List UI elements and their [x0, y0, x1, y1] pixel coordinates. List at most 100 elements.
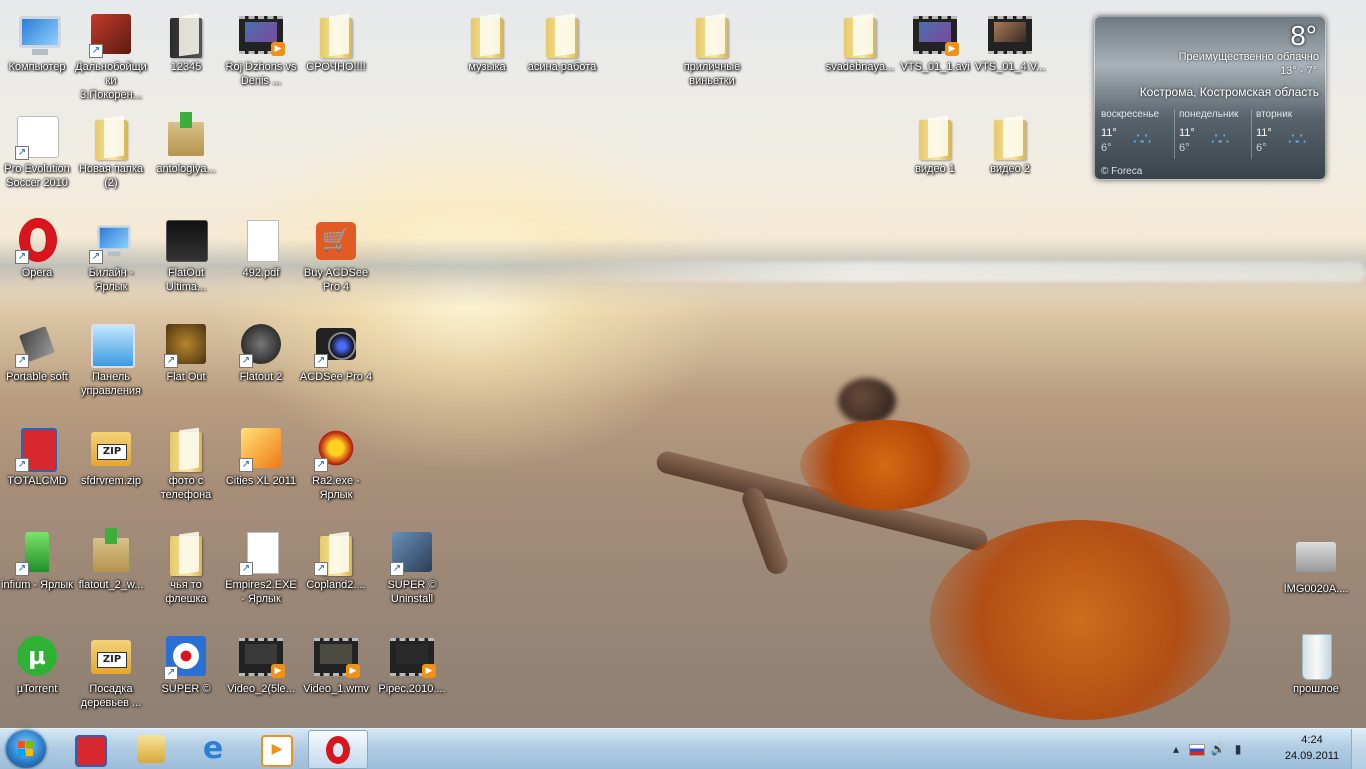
- icon-label: Copland2....: [306, 579, 366, 591]
- icon-label: TOTALCMD: [7, 475, 67, 487]
- icon-label: фото с телефона: [160, 475, 212, 501]
- desktop-icon-infium[interactable]: ↗ infium - Ярлык: [0, 528, 74, 592]
- folder-icon: [994, 120, 1026, 160]
- forecast-low: 6°: [1179, 142, 1190, 154]
- desktop-icon-ra2[interactable]: ↗ Ra2.exe - Ярлык: [299, 424, 373, 502]
- clock-date: 24.09.2011: [1284, 750, 1340, 762]
- desktop-icon-acdsee[interactable]: ↗ ACDSee Pro 4: [299, 320, 373, 384]
- forecast-day: воскресенье 11° 6° ∴∴: [1097, 109, 1171, 159]
- network-icon[interactable]: ▮: [1230, 741, 1246, 757]
- icon-label: SUPER © Uninstall: [387, 579, 437, 605]
- icon-label: flatout_2_w...: [78, 579, 144, 591]
- taskbar-totalcmd[interactable]: [60, 730, 118, 767]
- desktop-icon-beeline[interactable]: ↗ Билайн - Ярлык: [74, 216, 148, 294]
- wallpaper-wave: [520, 262, 1366, 282]
- desktop-icon-posadka-zip[interactable]: ZIP Посадка деревьев ...: [74, 632, 148, 710]
- desktop-icon-folder-video2[interactable]: видео 2: [973, 112, 1047, 176]
- desktop-icon-video2[interactable]: ▶ Video_2(5le...: [224, 632, 298, 696]
- show-desktop-button[interactable]: [1351, 729, 1366, 769]
- desktop-icon-folder-new2[interactable]: Новая папка (2): [74, 112, 148, 190]
- desktop-icon-video1[interactable]: ▶ Video_1.wmv: [299, 632, 373, 696]
- desktop-icon-flatout[interactable]: ↗ Flat Out: [149, 320, 223, 384]
- desktop-icon-flatout2[interactable]: ↗ Flatout 2: [224, 320, 298, 384]
- folder-icon: [696, 18, 728, 58]
- desktop-icon-empires2[interactable]: ↗ Empires2.EXE - Ярлык: [224, 528, 298, 606]
- desktop-icon-video-vts4[interactable]: VTS_01_4.V...: [973, 10, 1047, 74]
- desktop-icon-folder-music[interactable]: музыка: [450, 10, 524, 74]
- folder-icon: [95, 120, 127, 160]
- zip-archive-icon: ZIP: [91, 640, 131, 674]
- desktop-icon-pdf[interactable]: 492.pdf: [224, 216, 298, 280]
- icon-label: Дальнобойщики 3.Покорен...: [75, 61, 147, 101]
- desktop-icon-folder-srochno[interactable]: СРОЧНО!!!!: [299, 10, 373, 74]
- shortcut-arrow-icon: ↗: [239, 458, 253, 472]
- shortcut-arrow-icon: ↗: [390, 562, 404, 576]
- language-flag-icon[interactable]: [1188, 741, 1205, 757]
- weather-gadget[interactable]: 8° Преимущественно облачно 13° - 7° Кост…: [1094, 16, 1326, 180]
- desktop-icon-folder-flash[interactable]: чья то флешка: [149, 528, 223, 606]
- desktop-icon-folder-phone-photos[interactable]: фото с телефона: [149, 424, 223, 502]
- wallpaper-seaweed-2: [930, 520, 1230, 720]
- taskbar-opera[interactable]: [308, 730, 368, 769]
- desktop-icon-sfdrvrem[interactable]: ZIP sfdrvrem.zip: [74, 424, 148, 488]
- weather-credit[interactable]: © Foreca: [1101, 166, 1142, 177]
- desktop-icon-folder-asina[interactable]: асина работа: [525, 10, 599, 74]
- desktop-icon-pipec[interactable]: ▶ Pipec.2010....: [375, 632, 449, 696]
- forecast-low: 6°: [1101, 142, 1112, 154]
- desktop-icon-truck-game[interactable]: ↗ Дальнобойщики 3.Покорен...: [74, 10, 148, 102]
- icon-label: чья то флешка: [165, 579, 207, 605]
- desktop-icon-pes2010[interactable]: ↗ Pro Evolution Soccer 2010: [0, 112, 74, 190]
- desktop-icon-folder-vignettes[interactable]: приличные виньетки: [675, 10, 749, 88]
- desktop-icon-flatout-ultimate[interactable]: FlatOut Ultima...: [149, 216, 223, 294]
- play-icon: ▶: [945, 42, 959, 56]
- desktop-icon-buy-acdsee[interactable]: 🛒 Buy ACDSee Pro 4: [299, 216, 373, 294]
- icon-label: Opera: [21, 267, 53, 279]
- icon-label: sfdrvrem.zip: [81, 475, 141, 487]
- desktop-icon-computer[interactable]: Компьютер: [0, 10, 74, 74]
- icon-label: прошлое: [1293, 683, 1339, 695]
- desktop-icon-portable-soft[interactable]: ↗ Portable soft: [0, 320, 74, 384]
- desktop-icon-flatout2-installer[interactable]: flatout_2_w...: [74, 528, 148, 592]
- desktop-icon-video-roj[interactable]: ▶ Roj Dzhons vs Denis ...: [224, 10, 298, 88]
- desktop-icon-control-panel[interactable]: Панель управления: [74, 320, 148, 398]
- desktop-icon-utorrent[interactable]: µ µTorrent: [0, 632, 74, 696]
- desktop-icon-folder-svadebnaya[interactable]: svadebnaya...: [823, 10, 897, 74]
- desktop-icon-cities-xl[interactable]: ↗ Cities XL 2011: [224, 424, 298, 488]
- desktop-icon-folder-12345[interactable]: 12345: [149, 10, 223, 74]
- taskbar-internet-explorer[interactable]: e: [184, 730, 242, 767]
- folder-icon: [320, 18, 352, 58]
- icon-label: VTS_01_4.V...: [974, 61, 1046, 73]
- volume-icon[interactable]: 🔊: [1210, 741, 1226, 757]
- play-icon: ▶: [271, 42, 285, 56]
- desktop-icon-folder-video1[interactable]: видео 1: [898, 112, 972, 176]
- icon-label: Buy ACDSee Pro 4: [303, 267, 369, 293]
- desktop-icon-img0020a[interactable]: IMG0020A....: [1276, 532, 1356, 596]
- control-panel-icon: [91, 324, 135, 368]
- flatout-icon: [166, 220, 208, 262]
- rain-icon: ∴∴: [1133, 131, 1151, 148]
- desktop-icon-antologiya[interactable]: antologiya...: [149, 112, 223, 176]
- icon-label: Roj Dzhons vs Denis ...: [225, 61, 297, 87]
- taskbar-explorer[interactable]: [122, 730, 180, 767]
- clock[interactable]: 4:24 24.09.2011: [1282, 732, 1342, 764]
- desktop-icon-super[interactable]: ↗ SUPER ©: [149, 632, 223, 696]
- icon-label: Билайн - Ярлык: [88, 267, 134, 293]
- desktop-icon-copland2[interactable]: ↗ Copland2....: [299, 528, 373, 592]
- taskbar-media-player[interactable]: ▶: [246, 730, 304, 767]
- rain-icon: ∴∴: [1211, 131, 1229, 148]
- desktop-icon-video-vts1[interactable]: ▶ VTS_01_1.avi: [898, 10, 972, 74]
- start-button[interactable]: [6, 730, 46, 768]
- icon-label: VTS_01_1.avi: [900, 61, 970, 73]
- computer-icon: [19, 16, 61, 55]
- desktop-icon-super-uninstall[interactable]: ↗ SUPER © Uninstall: [375, 528, 449, 606]
- shortcut-arrow-icon: ↗: [15, 562, 29, 576]
- desktop-icon-recycle-bin[interactable]: прошлое: [1276, 632, 1356, 696]
- video-file-icon: [988, 16, 1032, 54]
- icon-label: Pro Evolution Soccer 2010: [4, 163, 70, 189]
- show-hidden-icons-icon[interactable]: ▴: [1168, 741, 1184, 757]
- icon-label: музыка: [468, 61, 506, 73]
- icon-label: видео 1: [915, 163, 955, 175]
- desktop-icon-opera[interactable]: ↗ Opera: [0, 216, 74, 280]
- desktop-icon-totalcmd[interactable]: ↗ TOTALCMD: [0, 424, 74, 488]
- forecast-day: вторник 11° 6° ∴∴: [1251, 109, 1325, 159]
